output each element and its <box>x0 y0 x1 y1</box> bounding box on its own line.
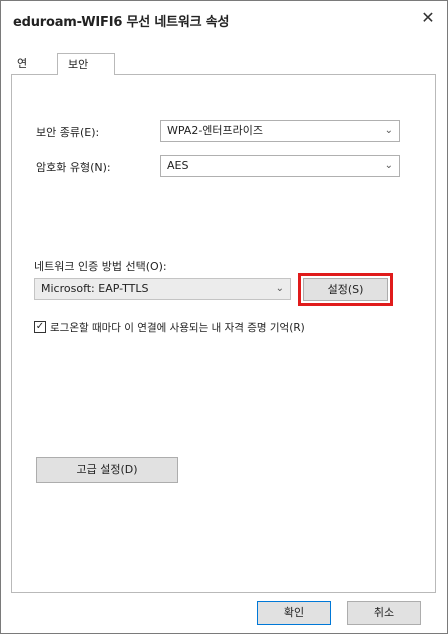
cancel-button[interactable]: 취소 <box>347 601 421 625</box>
remember-credentials-checkbox[interactable]: ✓ <box>34 321 46 333</box>
advanced-settings-label: 고급 설정(D) <box>76 463 138 476</box>
encryption-type-value: AES <box>167 159 189 172</box>
encryption-type-label: 암호화 유형(N): <box>36 161 111 174</box>
auth-method-label: 네트워크 인증 방법 선택(O): <box>34 260 167 273</box>
auth-method-dropdown[interactable]: Microsoft: EAP-TTLS ⌄ <box>34 278 291 300</box>
security-type-dropdown[interactable]: WPA2-엔터프라이즈 ⌄ <box>160 120 400 142</box>
ok-button[interactable]: 확인 <box>257 601 331 625</box>
title-bar[interactable]: eduroam-WIFI6 무선 네트워크 속성 ✕ <box>1 1 447 37</box>
dialog-window: eduroam-WIFI6 무선 네트워크 속성 ✕ 연결 보안 보안 종류(E… <box>0 0 448 634</box>
security-type-value: WPA2-엔터프라이즈 <box>167 124 264 137</box>
chevron-down-icon: ⌄ <box>384 125 393 136</box>
tab-security-label: 보안 <box>68 58 89 71</box>
cancel-button-label: 취소 <box>373 606 395 619</box>
tab-security[interactable]: 보안 <box>57 53 115 75</box>
security-type-label: 보안 종류(E): <box>36 126 100 139</box>
remember-credentials-label: 로그온할 때마다 이 연결에 사용되는 내 자격 증명 기억(R) <box>50 322 305 334</box>
chevron-down-icon: ⌄ <box>275 283 284 294</box>
auth-method-value: Microsoft: EAP-TTLS <box>41 282 149 295</box>
close-icon[interactable]: ✕ <box>417 7 439 29</box>
encryption-type-dropdown[interactable]: AES ⌄ <box>160 155 400 177</box>
window-title: eduroam-WIFI6 무선 네트워크 속성 <box>13 15 230 30</box>
tab-connection[interactable]: 연결 <box>11 53 33 91</box>
check-icon: ✓ <box>35 321 45 332</box>
settings-button[interactable]: 설정(S) <box>303 278 388 301</box>
ok-button-label: 확인 <box>283 606 305 619</box>
settings-button-label: 설정(S) <box>327 283 364 296</box>
advanced-settings-button[interactable]: 고급 설정(D) <box>36 457 178 483</box>
security-panel: 보안 종류(E): WPA2-엔터프라이즈 ⌄ 암호화 유형(N): AES ⌄… <box>11 74 436 593</box>
chevron-down-icon: ⌄ <box>384 160 393 171</box>
